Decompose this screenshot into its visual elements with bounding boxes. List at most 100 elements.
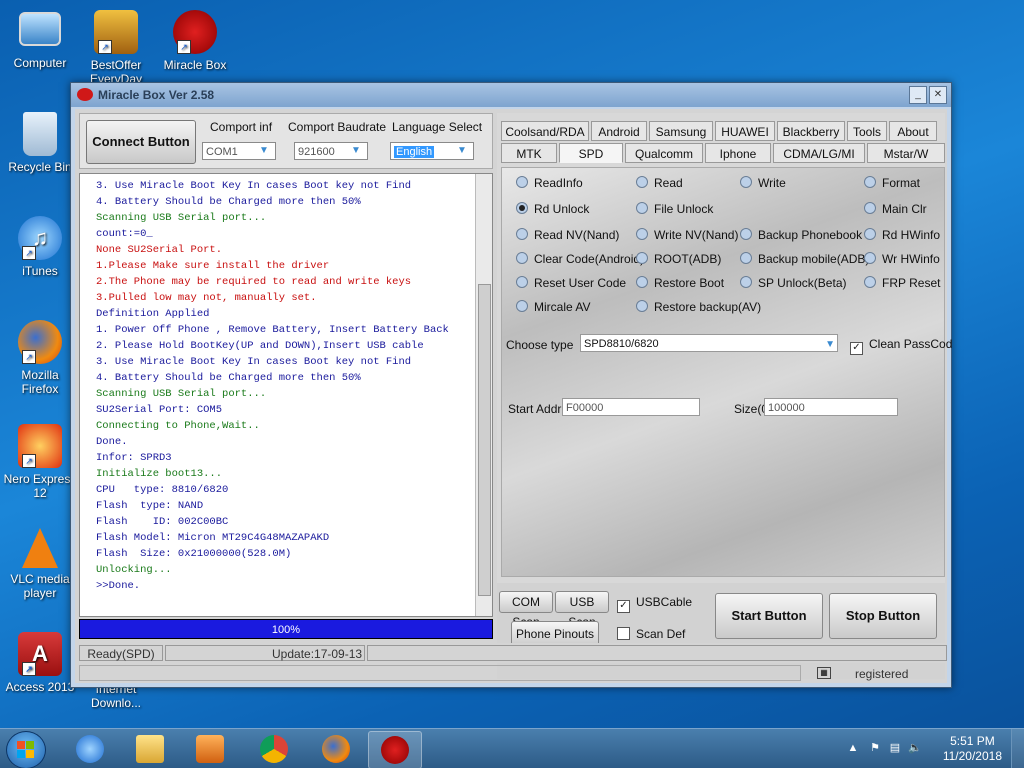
- tab-android[interactable]: Android: [591, 121, 647, 141]
- radio-icon: [864, 176, 876, 188]
- show-desktop-button[interactable]: [1011, 729, 1024, 768]
- option-backup-mobile-adb[interactable]: Backup mobile(ADB): [740, 252, 869, 266]
- option-label: Clear Code(Android): [534, 252, 645, 266]
- option-label: Rd HWinfo: [882, 228, 941, 242]
- chrome-icon: [260, 735, 288, 763]
- action-center-icon[interactable]: ⚑: [868, 741, 882, 755]
- treasure-chest-icon: ↗: [94, 10, 138, 54]
- start-button[interactable]: Start Button: [715, 593, 823, 639]
- taskbar-explorer[interactable]: [124, 731, 176, 767]
- desktop-icon-itunes[interactable]: ♫ ↗ iTunes: [2, 216, 78, 278]
- option-label: ROOT(ADB): [654, 252, 722, 266]
- size-input[interactable]: 100000: [764, 398, 898, 416]
- option-restore-backup-av[interactable]: Restore backup(AV): [636, 300, 761, 314]
- start-button[interactable]: [6, 731, 46, 768]
- option-restore-boot[interactable]: Restore Boot: [636, 276, 724, 290]
- clean-passcode-checkbox[interactable]: ✓ Clean PassCod: [850, 337, 952, 355]
- clean-passcode-label: Clean PassCod: [869, 337, 953, 351]
- tab-samsung[interactable]: Samsung: [649, 121, 713, 141]
- usb-cable-checkbox[interactable]: ✓ USBCable: [617, 595, 692, 613]
- tab-mtk[interactable]: MTK: [501, 143, 557, 163]
- log-line: Scanning USB Serial port...: [96, 212, 267, 224]
- start-addr-input[interactable]: F00000: [562, 398, 700, 416]
- desktop-icon-nero[interactable]: ↗ Nero Express 12: [2, 424, 78, 500]
- taskbar-miracle-box[interactable]: [368, 731, 422, 768]
- window-titlebar[interactable]: Miracle Box Ver 2.58 _ ✕: [71, 83, 951, 107]
- taskbar-chrome[interactable]: [248, 731, 300, 767]
- option-readinfo[interactable]: ReadInfo: [516, 176, 583, 190]
- desktop-icon-computer[interactable]: Computer: [2, 10, 78, 70]
- close-button[interactable]: ✕: [929, 86, 947, 104]
- option-read[interactable]: Read: [636, 176, 683, 190]
- connection-box: Connect Button Comport inf COM1 ▼ Compor…: [79, 113, 493, 169]
- option-format[interactable]: Format: [864, 176, 920, 190]
- desktop-icon-bestoffer[interactable]: ↗ BestOffer EveryDay: [78, 10, 154, 86]
- clock[interactable]: 5:51 PM 11/20/2018: [943, 734, 1002, 764]
- stop-button[interactable]: Stop Button: [829, 593, 937, 639]
- shortcut-arrow-icon: ↗: [22, 454, 36, 468]
- baud-select[interactable]: 921600 ▼: [294, 142, 368, 160]
- start-addr-value: F00000: [566, 402, 604, 414]
- tab-qualcomm[interactable]: Qualcomm: [625, 143, 703, 163]
- log-line: Flash Size: 0x21000000(528.0M): [96, 548, 292, 560]
- shortcut-arrow-icon: ↗: [177, 40, 191, 54]
- option-write[interactable]: Write: [740, 176, 786, 190]
- connect-button[interactable]: Connect Button: [86, 120, 196, 164]
- tab-spd[interactable]: SPD: [559, 143, 623, 163]
- option-wr-hwinfo[interactable]: Wr HWinfo: [864, 252, 940, 266]
- network-icon[interactable]: ▤: [888, 741, 902, 755]
- option-main-clr[interactable]: Main Clr: [864, 202, 927, 216]
- com-scan-button[interactable]: COM Scan: [499, 591, 553, 629]
- tab-iphone[interactable]: Iphone: [705, 143, 771, 163]
- volume-icon[interactable]: 🔈: [908, 741, 922, 755]
- option-frp-reset[interactable]: FRP Reset: [864, 276, 940, 290]
- option-write-nv-nand[interactable]: Write NV(Nand): [636, 228, 738, 242]
- option-sp-unlock-beta[interactable]: SP Unlock(Beta): [740, 276, 846, 290]
- option-root-adb[interactable]: ROOT(ADB): [636, 252, 721, 266]
- desktop-icon-vlc[interactable]: VLC media player: [2, 528, 78, 600]
- miracle-box-icon: ↗: [173, 10, 217, 54]
- choose-type-select[interactable]: SPD8810/6820 ▼: [580, 334, 838, 352]
- tab-coolsand-rda[interactable]: Coolsand/RDA: [501, 121, 589, 141]
- desktop-icon-firefox[interactable]: ↗ Mozilla Firefox: [2, 320, 78, 396]
- desktop-icon-access[interactable]: A ↗ Access 2013: [2, 632, 78, 694]
- tab-blackberry[interactable]: Blackberry: [777, 121, 845, 141]
- tab-cdma-lg-mi[interactable]: CDMA/LG/MI: [773, 143, 865, 163]
- tab-about[interactable]: About: [889, 121, 937, 141]
- language-select[interactable]: English ▼: [390, 142, 474, 160]
- scan-def-checkbox[interactable]: Scan Def: [617, 627, 685, 641]
- tab-tools[interactable]: Tools: [847, 121, 887, 141]
- comport-select[interactable]: COM1 ▼: [202, 142, 276, 160]
- log-scrollbar[interactable]: [475, 174, 492, 616]
- option-label: Write: [758, 176, 786, 190]
- log-output[interactable]: 3. Use Miracle Boot Key In cases Boot ke…: [79, 173, 493, 617]
- taskbar-internet-explorer[interactable]: [64, 731, 116, 767]
- language-label: Language Select: [392, 120, 483, 134]
- option-clear-code-android[interactable]: Clear Code(Android): [516, 252, 644, 266]
- folder-icon: [136, 735, 164, 763]
- option-file-unlock[interactable]: File Unlock: [636, 202, 713, 216]
- option-read-nv-nand[interactable]: Read NV(Nand): [516, 228, 619, 242]
- status-mode-text: Ready(SPD): [87, 647, 155, 661]
- usb-scan-button[interactable]: USB Scan: [555, 591, 609, 629]
- taskbar-firefox[interactable]: [310, 731, 362, 767]
- option-label: Reset User Code: [534, 276, 627, 290]
- tray-overflow-icon[interactable]: ▲: [846, 741, 860, 755]
- option-reset-user-code[interactable]: Reset User Code: [516, 276, 626, 290]
- log-line: 3.Pulled low may not, manually set.: [96, 292, 317, 304]
- minimize-button[interactable]: _: [909, 86, 927, 104]
- desktop-icon-recycle-bin[interactable]: Recycle Bin: [2, 112, 78, 174]
- option-rd-hwinfo[interactable]: Rd HWinfo: [864, 228, 940, 242]
- taskbar-media-player[interactable]: [184, 731, 236, 767]
- radio-icon: [516, 228, 528, 240]
- firefox-icon: ↗: [18, 320, 62, 364]
- log-scrollbar-thumb[interactable]: [478, 284, 491, 596]
- tab-mstar-w[interactable]: Mstar/W: [867, 143, 945, 163]
- option-rd-unlock[interactable]: Rd Unlock: [516, 202, 589, 216]
- desktop-icon-miracle-box[interactable]: ↗ Miracle Box: [157, 10, 233, 72]
- option-mircale-av[interactable]: Mircale AV: [516, 300, 590, 314]
- option-backup-phonebook[interactable]: Backup Phonebook: [740, 228, 862, 242]
- status-spacer: [367, 645, 947, 661]
- tab-huawei[interactable]: HUAWEI: [715, 121, 775, 141]
- radio-icon: [636, 276, 648, 288]
